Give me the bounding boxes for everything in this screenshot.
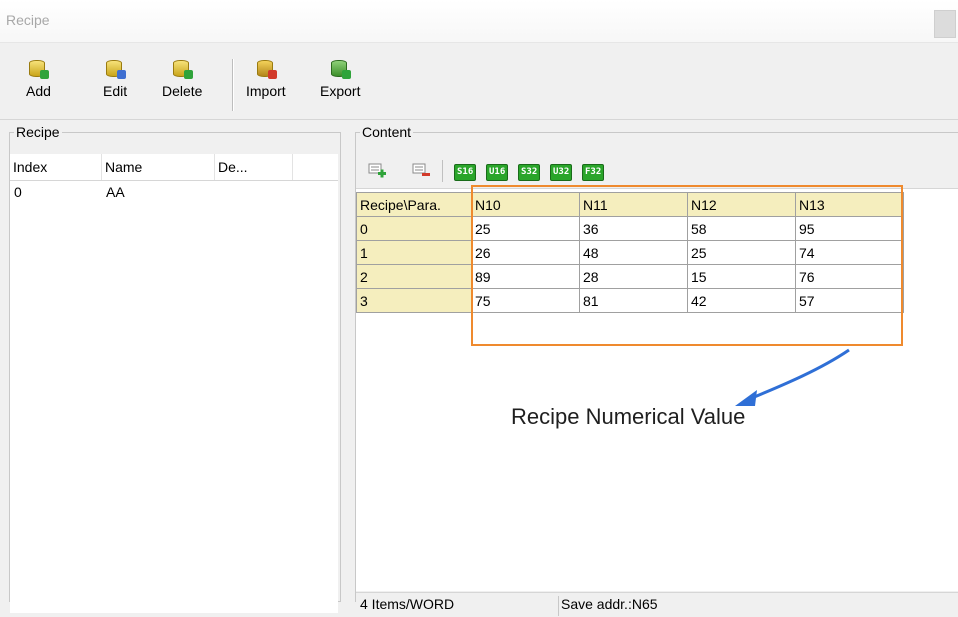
recipe-name: AA [106,184,125,200]
grid-cell[interactable]: 15 [687,264,796,289]
grid-cell[interactable]: 36 [579,216,688,241]
grid-row-header[interactable]: 1 [356,240,472,265]
grid-corner-header: Recipe\Para. [356,192,472,217]
status-save-address: Save addr.:N65 [561,596,658,612]
column-header-index[interactable]: Index [10,154,102,180]
add-button-label: Add [26,83,51,99]
toolbar-separator [232,59,234,111]
grid-cell[interactable]: 75 [471,288,580,313]
recipe-panel: Recipe Index Name De... 0 AA [9,124,341,613]
add-parameter-icon[interactable] [368,162,388,180]
grid-cell[interactable]: 81 [579,288,688,313]
recipe-panel-legend: Recipe [16,124,60,140]
format-s32-button[interactable]: S32 [518,164,541,181]
grid-cell[interactable]: 74 [795,240,904,265]
grid-column-header[interactable]: N11 [579,192,688,217]
recipe-grid-area: Recipe\Para. N10 N11 N12 N13 0 25 36 58 … [356,185,958,591]
grid-row-header[interactable]: 0 [356,216,472,241]
grid-cell[interactable]: 25 [471,216,580,241]
recipe-index: 0 [14,184,22,200]
content-toolbar-separator [442,160,443,182]
grid-column-header[interactable]: N10 [471,192,580,217]
delete-button[interactable]: Delete [162,57,202,99]
annotation-label: Recipe Numerical Value [511,404,746,429]
format-u32-button[interactable]: U32 [550,164,573,181]
recipe-list[interactable]: 0 AA [10,181,338,613]
grid-cell[interactable]: 58 [687,216,796,241]
add-button[interactable]: Add [26,57,51,99]
recipe-list-header: Index Name De... [10,154,338,181]
table-row: 2 89 28 15 76 [356,264,904,289]
delete-button-label: Delete [162,83,203,99]
window-control-button[interactable] [934,10,956,38]
main-toolbar: Add Edit Delete Import Export [0,43,958,120]
grid-cell[interactable]: 26 [471,240,580,265]
edit-button[interactable]: Edit [103,57,127,99]
annotation-arrow-icon [735,348,850,406]
content-toolbar: S16 U16 S32 U32 F32 [356,154,958,189]
grid-cell[interactable]: 25 [687,240,796,265]
export-button-label: Export [320,83,361,99]
column-header-name[interactable]: Name [102,154,215,180]
import-button-label: Import [246,83,286,99]
list-item[interactable]: 0 AA [10,181,338,203]
add-recipe-icon [27,57,50,79]
format-u16-button[interactable]: U16 [486,164,509,181]
status-item-count: 4 Items/WORD [356,596,559,616]
recipe-value-grid: Recipe\Para. N10 N11 N12 N13 0 25 36 58 … [356,192,904,313]
grid-cell[interactable]: 57 [795,288,904,313]
grid-cell[interactable]: 89 [471,264,580,289]
import-button[interactable]: Import [246,57,286,99]
grid-cell[interactable]: 76 [795,264,904,289]
import-icon [255,57,277,79]
window-title: Recipe [6,12,50,28]
format-f32-button[interactable]: F32 [582,164,605,181]
grid-cell[interactable]: 28 [579,264,688,289]
remove-parameter-icon[interactable] [412,162,432,180]
content-panel: Content S16 U16 S32 U32 F32 Recipe\Para.… [355,124,958,617]
export-button[interactable]: Export [320,57,360,99]
grid-row-header[interactable]: 3 [356,288,472,313]
grid-row-header[interactable]: 2 [356,264,472,289]
table-row: 1 26 48 25 74 [356,240,904,265]
export-icon [329,57,352,79]
table-row: 0 25 36 58 95 [356,216,904,241]
content-panel-legend: Content [362,124,412,140]
column-header-description[interactable]: De... [215,154,293,180]
delete-recipe-icon [171,57,194,79]
grid-cell[interactable]: 42 [687,288,796,313]
recipe-description [215,181,293,203]
title-bar: Recipe [0,0,958,43]
grid-cell[interactable]: 95 [795,216,904,241]
edit-recipe-icon [104,57,127,79]
edit-button-label: Edit [103,83,128,99]
grid-cell[interactable]: 48 [579,240,688,265]
format-s16-button[interactable]: S16 [454,164,477,181]
grid-column-header[interactable]: N12 [687,192,796,217]
grid-column-header[interactable]: N13 [795,192,904,217]
table-row: 3 75 81 42 57 [356,288,904,313]
